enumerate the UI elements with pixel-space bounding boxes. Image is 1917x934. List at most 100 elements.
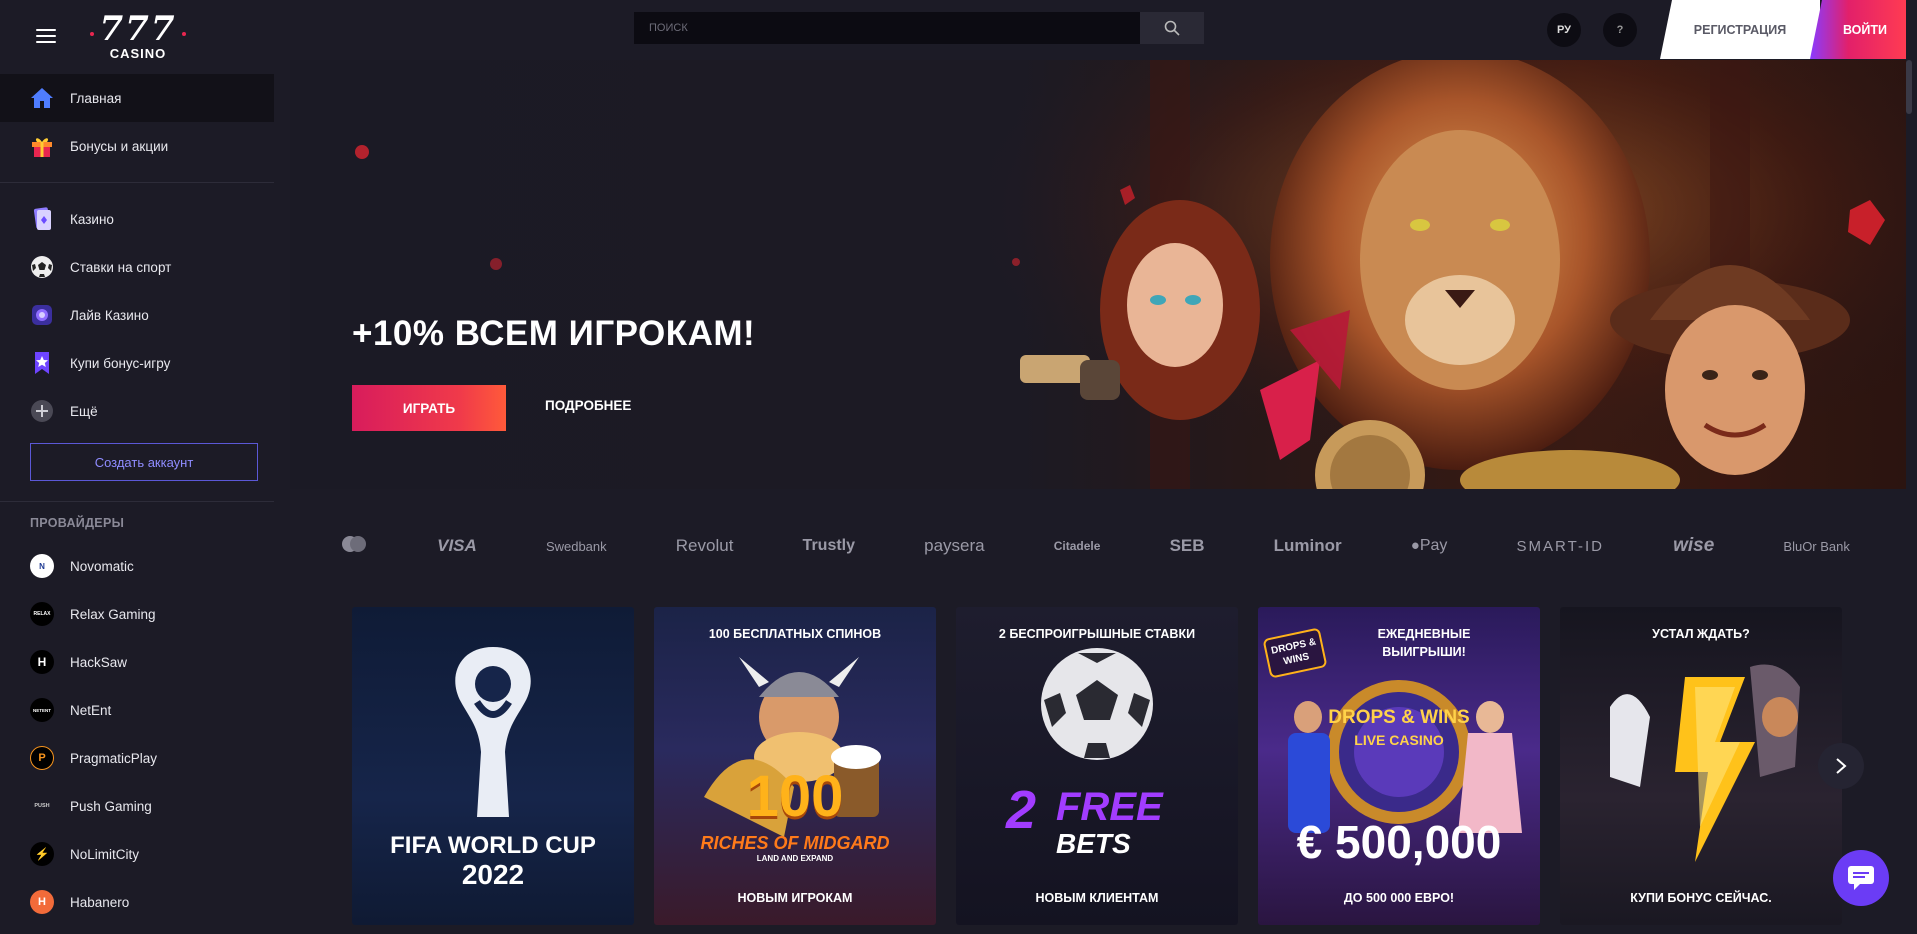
provider-netent[interactable]: NETENT NetEnt [0, 686, 274, 734]
language-button[interactable]: РУ [1547, 13, 1581, 47]
card-title: УСТАЛ ЖДАТЬ? [1652, 627, 1750, 641]
provider-hacksaw[interactable]: H HackSaw [0, 638, 274, 686]
payment-revolut: Revolut [675, 536, 734, 555]
card-art-text: BETS [1056, 828, 1131, 859]
apple-icon: ● [1410, 537, 1420, 554]
soccer-ball-icon [1041, 648, 1153, 760]
provider-label: PragmaticPlay [70, 750, 158, 766]
sidebar-item-label: Купи бонус-игру [70, 355, 171, 371]
card-caption: ДО 500 000 ЕВРО! [1343, 891, 1455, 905]
sidebar-item-bonuses[interactable]: Бонусы и акции [0, 122, 274, 170]
scrollbar[interactable] [1906, 60, 1912, 114]
sidebar: 777 CASINO Главная Бонусы и акции Казино [0, 0, 274, 934]
promo-card-free-bets[interactable]: 2 БЕСПРОИГРЫШНЫЕ СТАВКИ 2 FREE BETS НОВЫ… [956, 607, 1238, 925]
chat-button[interactable] [1833, 850, 1889, 906]
providers-title: ПРОВАЙДЕРЫ [30, 516, 125, 530]
payment-luminor: Luminor [1273, 536, 1342, 555]
promo-card-drops-wins[interactable]: DROPS & WINS ЕЖЕДНЕВНЫЕ ВЫИГРЫШИ! DROPS … [1258, 607, 1540, 925]
logo-main: 777 [99, 9, 177, 49]
card-art-text: € 500,000 [1296, 816, 1502, 868]
sidebar-item-label: Казино [70, 211, 114, 227]
payment-smart-id: SMART-ID [1516, 537, 1604, 555]
chat-icon [1848, 866, 1874, 890]
pragmatic-logo-icon: P [30, 746, 54, 770]
payment-citadele: Citadele [1053, 539, 1101, 553]
provider-label: Novomatic [70, 558, 134, 574]
promo-card-free-spins[interactable]: 100 БЕСПЛАТНЫХ СПИНОВ 100 RICHES OF MIDG… [654, 607, 936, 925]
sidebar-item-label: Ещё [70, 403, 98, 419]
provider-novomatic[interactable]: N Novomatic [0, 542, 274, 590]
card-title: ЕЖЕДНЕВНЫЕ ВЫИГРЫШИ! [1377, 627, 1471, 659]
search-input[interactable] [634, 12, 1140, 44]
payment-apple-pay: ●Pay [1411, 537, 1448, 555]
logo-row: 777 CASINO [0, 0, 274, 74]
payment-trustly: Trustly [802, 537, 856, 554]
card-art-text: 2022 [461, 859, 525, 890]
more-info-button[interactable]: ПОДРОБНЕЕ [545, 398, 631, 413]
promo-cards: FIFA WORLD CUP 2022 100 БЕСПЛАТНЫХ СПИНО… [352, 607, 1842, 925]
sidebar-item-casino[interactable]: Казино [0, 195, 274, 243]
logo-sub: CASINO [109, 46, 167, 61]
card-title: 2 БЕСПРОИГРЫШНЫЕ СТАВКИ [998, 627, 1196, 641]
register-button[interactable]: РЕГИСТРАЦИЯ [1660, 0, 1820, 59]
promo-card-world-cup[interactable]: FIFA WORLD CUP 2022 [352, 607, 634, 925]
card-art-text: 100 [746, 764, 844, 829]
card-art-text: 2 [1006, 780, 1037, 840]
provider-relax-gaming[interactable]: RELAX Relax Gaming [0, 590, 274, 638]
login-button[interactable]: ВОЙТИ [1810, 0, 1906, 59]
hero-artwork [990, 60, 1906, 489]
payment-methods: VISA Swedbank Revolut Trustly paysera Ci… [340, 528, 1850, 564]
provider-label: Push Gaming [70, 798, 152, 814]
relax-logo-icon: RELAX [30, 602, 54, 626]
card-art-text: RICHES OF MIDGARD [700, 833, 890, 853]
payment-apple-pay-label: Pay [1419, 537, 1448, 554]
netent-logo-icon: NETENT [30, 698, 54, 722]
card-caption: НОВЫМ ИГРОКАМ [737, 891, 853, 905]
card-caption: НОВЫМ КЛИЕНТАМ [1035, 891, 1159, 905]
ember-decoration [490, 258, 502, 270]
payment-bluor-bank: BluOr Bank [1783, 538, 1850, 554]
payment-paysera: paysera [924, 536, 985, 555]
card-art-text: FREE [1056, 785, 1163, 829]
provider-push-gaming[interactable]: PUSH Push Gaming [0, 782, 274, 830]
sidebar-item-label: Бонусы и акции [70, 138, 169, 154]
provider-habanero[interactable]: H Habanero [0, 878, 274, 926]
sidebar-item-sports[interactable]: Ставки на спорт [0, 243, 274, 291]
create-account-button[interactable]: Создать аккаунт [30, 443, 258, 481]
bonus-buy-icon [30, 351, 54, 375]
payment-wise: wise [1673, 535, 1715, 556]
card-art-text: FIFA WORLD CUP [390, 832, 596, 859]
drops-wins-badge: DROPS & WINS [1262, 627, 1328, 679]
search-bar [634, 12, 1204, 44]
sidebar-item-label: Лайв Казино [70, 307, 149, 323]
card-art-text: LIVE CASINO [1354, 732, 1444, 748]
provider-nolimit-city[interactable]: ⚡ NoLimitCity [0, 830, 274, 878]
menu-icon[interactable] [36, 29, 56, 43]
provider-label: Habanero [70, 894, 130, 910]
nolimit-logo-icon: ⚡ [30, 842, 54, 866]
promo-card-bonus-buy[interactable]: УСТАЛ ЖДАТЬ? КУПИ БОНУС СЕЙЧАС. [1560, 607, 1842, 925]
cards-next-button[interactable] [1818, 743, 1864, 789]
search-button[interactable] [1140, 12, 1204, 44]
sidebar-item-more[interactable]: Ещё [0, 387, 274, 435]
gift-icon [30, 134, 54, 158]
sidebar-item-home[interactable]: Главная [0, 74, 274, 122]
sidebar-item-live-casino[interactable]: Лайв Казино [0, 291, 274, 339]
hacksaw-logo-icon: H [30, 650, 54, 674]
provider-pragmatic-play[interactable]: P PragmaticPlay [0, 734, 274, 782]
habanero-logo-icon: H [30, 890, 54, 914]
football-icon [30, 255, 54, 279]
banner-title: +10% ВСЕМ ИГРОКАМ! [352, 314, 756, 353]
cards-icon [30, 207, 54, 231]
lightning-art [1610, 664, 1800, 862]
trophy-icon [455, 647, 531, 817]
help-button[interactable]: ? [1603, 13, 1637, 47]
novomatic-logo-icon: N [30, 554, 54, 578]
sidebar-item-bonus-buy[interactable]: Купи бонус-игру [0, 339, 274, 387]
sidebar-item-label: Ставки на спорт [70, 259, 172, 275]
play-button[interactable]: ИГРАТЬ [352, 385, 506, 431]
sidebar-divider [0, 501, 274, 502]
logo[interactable]: 777 CASINO [90, 10, 186, 66]
plus-icon [30, 399, 54, 423]
provider-label: Relax Gaming [70, 606, 156, 622]
